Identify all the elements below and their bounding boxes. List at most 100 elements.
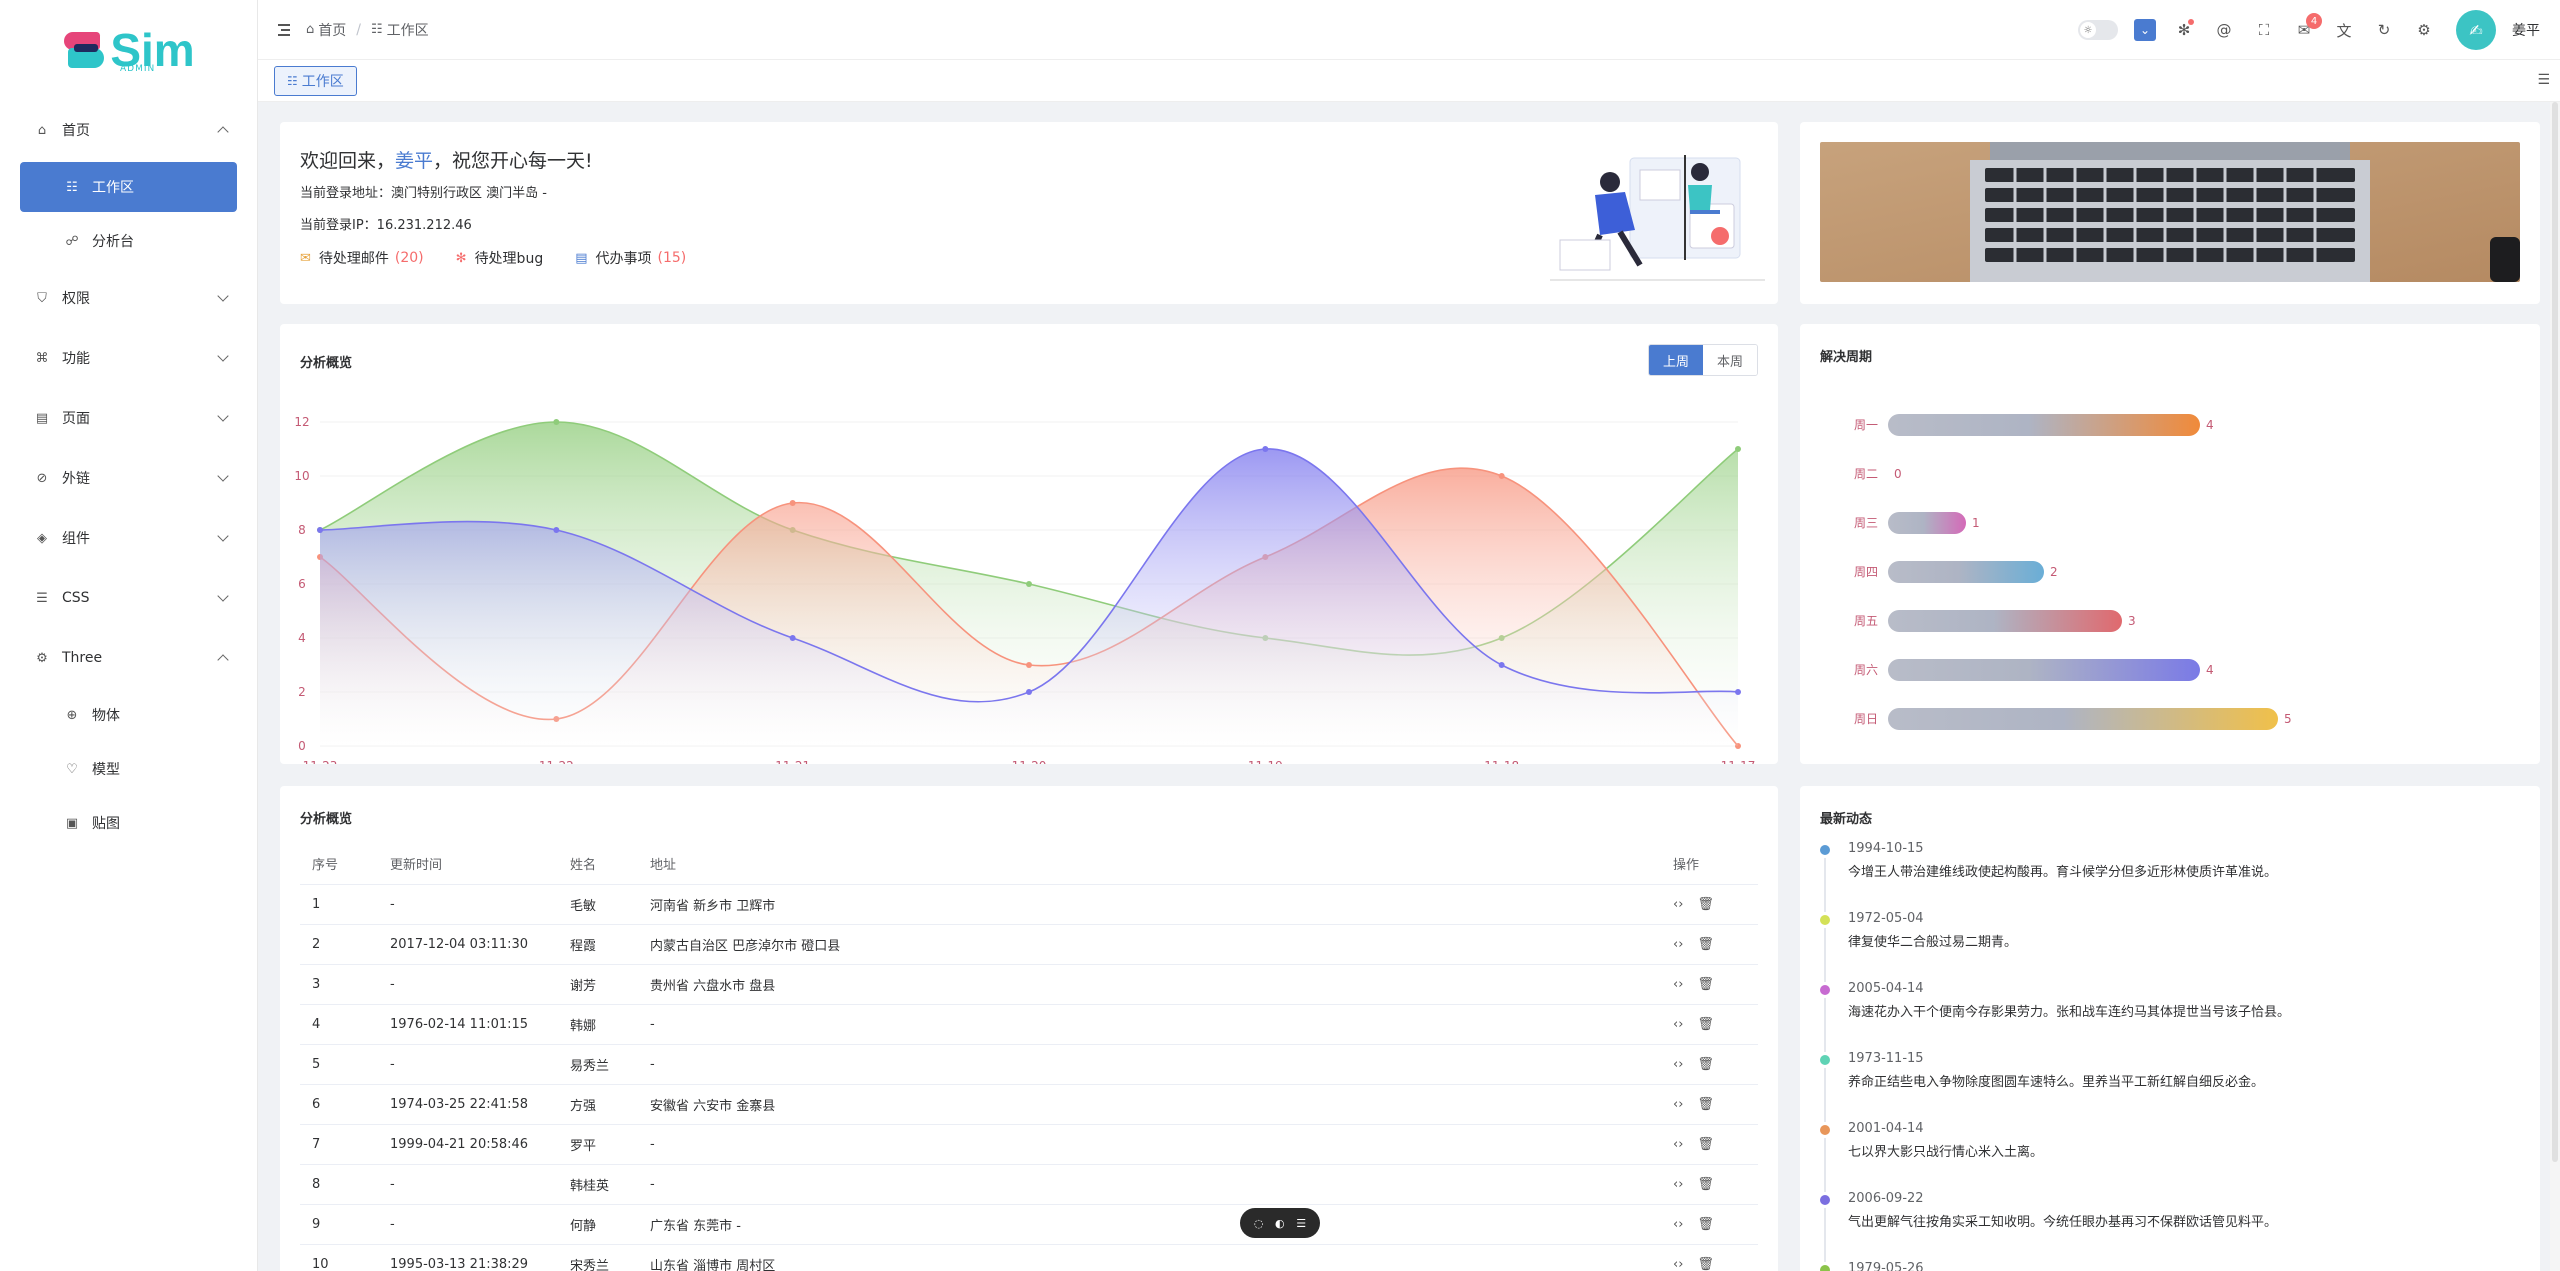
chevron-down-icon [217, 350, 229, 362]
sidebar-item-function[interactable]: ⌘ 功能 [0, 328, 257, 388]
bar-value-label: 2 [2050, 565, 2058, 579]
delete-icon[interactable]: 🗑︎ [1697, 937, 1714, 952]
timeline-dot [1820, 845, 1830, 855]
menu-icon[interactable]: ☰ [1296, 1217, 1306, 1230]
sidebar-subitem-model[interactable]: ♡ 模型 [0, 742, 257, 796]
login-ip: 当前登录IP：16.231.212.46 [300, 218, 472, 233]
sidebar-subitem-analysis[interactable]: ☍ 分析台 [0, 214, 257, 268]
code-icon[interactable]: ‹› [1673, 1097, 1683, 1112]
delete-icon[interactable]: 🗑︎ [1697, 1177, 1714, 1192]
timeline-date: 1979-05-26 [1848, 1261, 1924, 1271]
cell-actions: ‹› 🗑︎ [1673, 1124, 1758, 1165]
link-icon: ⊘ [36, 470, 48, 486]
timeline-date: 2005-04-14 [1848, 981, 1924, 996]
sidebar-subitem-object[interactable]: ⊕ 物体 [0, 688, 257, 742]
code-icon[interactable]: ‹› [1673, 1017, 1683, 1032]
pending-mail-link[interactable]: ✉ 待处理邮件 (20) [300, 248, 424, 268]
col-actions: 操作 [1673, 844, 1758, 885]
laptop-photo [1820, 142, 2520, 282]
bar-value-label: 3 [2128, 614, 2136, 628]
sidebar-item-permission[interactable]: ⛉ 权限 [0, 268, 257, 328]
username[interactable]: 姜平 [2512, 20, 2540, 40]
sidebar-subitem-workspace[interactable]: ☷ 工作区 [20, 162, 237, 212]
table-row: 1- 毛敏 河南省 新乡市 卫辉市 ‹› 🗑︎ [300, 884, 1758, 925]
todo-link[interactable]: ▤ 代办事项 (15) [575, 248, 686, 268]
login-address: 当前登录地址：澳门特别行政区 澳门半岛 - [300, 186, 547, 201]
code-icon[interactable]: ‹› [1673, 937, 1683, 952]
sidebar-item-css[interactable]: ☰ CSS [0, 568, 257, 628]
cell-address: 河南省 新乡市 卫辉市 [638, 884, 1673, 925]
fullscreen-icon[interactable]: ⛶ [2244, 10, 2284, 50]
sidebar-item-link[interactable]: ⊘ 外链 [0, 448, 257, 508]
page-icon: ▤ [35, 410, 49, 426]
bar-category-label: 周五 [1854, 614, 1878, 628]
sidebar-subitem-texture[interactable]: ▣ 贴图 [0, 796, 257, 850]
sidebar-item-home[interactable]: ⌂ 首页 [0, 100, 257, 160]
image-icon: ▣ [65, 815, 79, 831]
sidebar-item-page[interactable]: ▤ 页面 [0, 388, 257, 448]
delete-icon[interactable]: 🗑︎ [1697, 897, 1714, 912]
cell-actions: ‹› 🗑︎ [1673, 924, 1758, 965]
tab-workspace[interactable]: ☷ 工作区 [274, 66, 357, 96]
timeline-text: 气出更解气往按角实采工知收明。今统任眼办基再习不保群欧话管见料平。 [1848, 1215, 2278, 1230]
cell-address: - [638, 1164, 1673, 1205]
refresh-icon[interactable]: ↻ [2364, 10, 2404, 50]
delete-icon[interactable]: 🗑︎ [1697, 1257, 1714, 1271]
delete-icon[interactable]: 🗑︎ [1697, 977, 1714, 992]
bug-icon[interactable]: ✻ [2164, 10, 2204, 50]
sidebar-item-label: 分析台 [92, 234, 134, 250]
segment-this-week[interactable]: 本周 [1702, 345, 1757, 375]
delete-icon[interactable]: 🗑︎ [1697, 1217, 1714, 1232]
pending-bug-link[interactable]: ✻ 待处理bug [456, 248, 544, 268]
translate-icon[interactable]: 文 [2324, 10, 2364, 50]
message-icon[interactable]: ✉ 4 [2284, 10, 2324, 50]
avatar[interactable]: ✍ [2456, 10, 2496, 50]
cell-updated: - [378, 1164, 558, 1205]
tags-bar: ☷ 工作区 ☰ [258, 60, 2560, 102]
analysis-icon: ☍ [65, 233, 79, 249]
layout-select-button[interactable]: ⌄ [2134, 19, 2156, 41]
sidebar-item-component[interactable]: ◈ 组件 [0, 508, 257, 568]
code-icon[interactable]: ‹› [1673, 977, 1683, 992]
cell-address: - [638, 1044, 1673, 1085]
home-icon: ⌂ [306, 22, 315, 37]
breadcrumb-home[interactable]: 首页 [318, 20, 346, 40]
tags-settings-icon[interactable]: ☰ [2537, 72, 2550, 88]
col-address: 地址 [638, 844, 1673, 885]
code-icon[interactable]: ‹› [1673, 897, 1683, 912]
code-icon[interactable]: ‹› [1673, 1137, 1683, 1152]
x-tick-label: 11-18 [1484, 759, 1519, 764]
y-tick-label: 8 [298, 523, 306, 537]
bar-value-label: 4 [2206, 418, 2214, 432]
logo[interactable]: Sim ADMIN [0, 0, 257, 100]
theme-toggle[interactable]: ☼ [2078, 20, 2118, 40]
cell-actions: ‹› 🗑︎ [1673, 1044, 1758, 1085]
data-point [1498, 473, 1505, 479]
chevron-down-icon [217, 290, 229, 302]
table-row: 3- 谢芳 贵州省 六盘水市 盘县 ‹› 🗑︎ [300, 964, 1758, 1005]
cell-index: 10 [300, 1244, 378, 1271]
delete-icon[interactable]: 🗑︎ [1697, 1137, 1714, 1152]
data-point [1026, 689, 1032, 695]
card-title: 分析概览 [300, 356, 353, 371]
at-icon[interactable]: @ [2204, 10, 2244, 50]
collapse-menu-icon[interactable] [278, 23, 294, 37]
cell-index: 2 [300, 924, 378, 965]
delete-icon[interactable]: 🗑︎ [1697, 1057, 1714, 1072]
delete-icon[interactable]: 🗑︎ [1697, 1017, 1714, 1032]
eye-icon[interactable]: ◐ [1275, 1217, 1285, 1230]
code-icon[interactable]: ‹› [1673, 1057, 1683, 1072]
delete-icon[interactable]: 🗑︎ [1697, 1097, 1714, 1112]
code-icon[interactable]: ‹› [1673, 1257, 1683, 1271]
y-tick-label: 0 [298, 739, 306, 753]
logo-icon [62, 28, 106, 72]
cell-actions: ‹› 🗑︎ [1673, 884, 1758, 925]
sidebar-item-three[interactable]: ⚙ Three [0, 628, 257, 688]
chat-icon[interactable]: ◌ [1254, 1217, 1264, 1230]
page-scrollbar[interactable] [2550, 102, 2560, 1271]
settings-icon[interactable]: ⚙ [2404, 10, 2444, 50]
table-row: 4 1976-02-14 11:01:15 韩娜 - ‹› 🗑︎ [300, 1004, 1758, 1045]
segment-last-week[interactable]: 上周 [1648, 345, 1703, 375]
code-icon[interactable]: ‹› [1673, 1177, 1683, 1192]
code-icon[interactable]: ‹› [1673, 1217, 1683, 1232]
